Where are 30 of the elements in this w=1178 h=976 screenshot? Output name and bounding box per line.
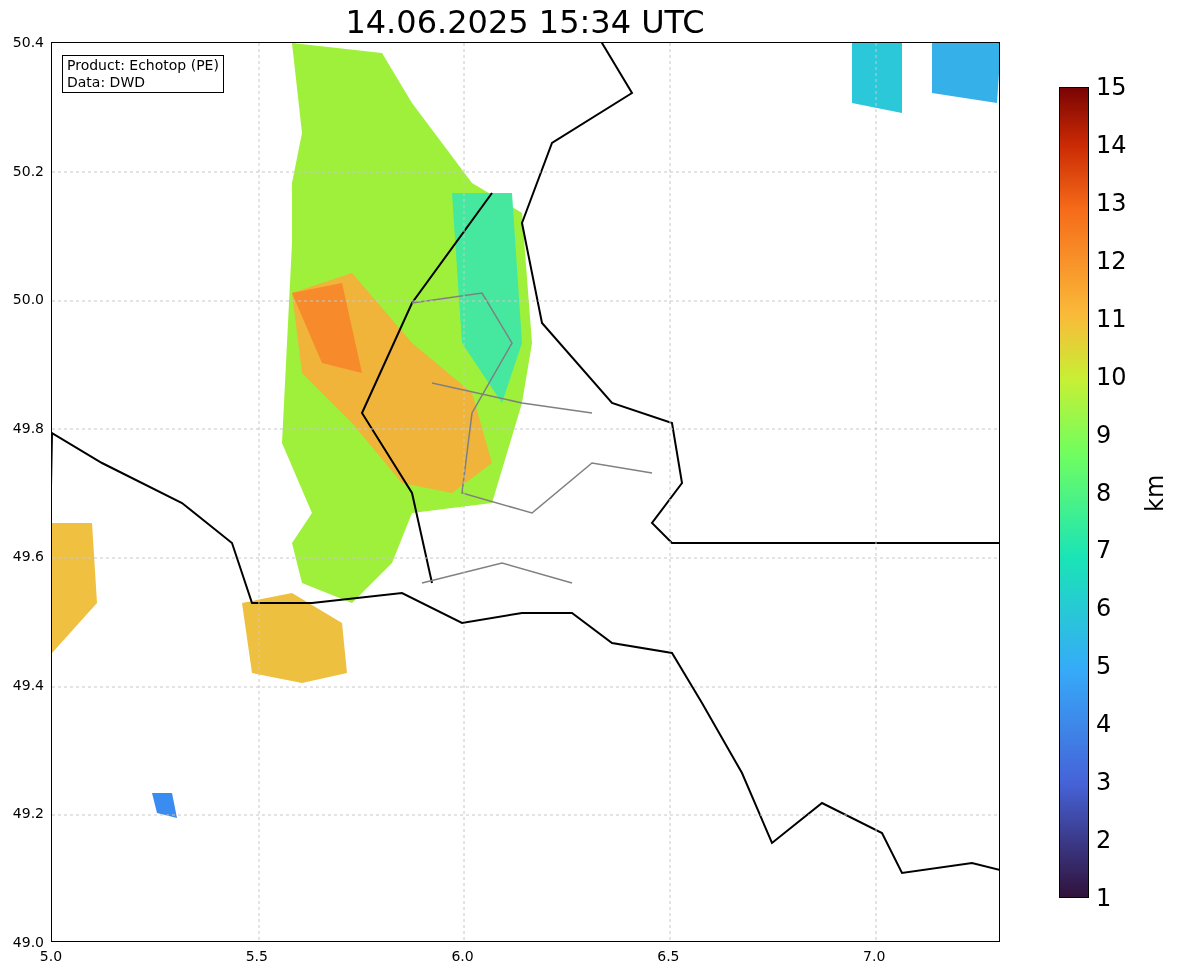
y-tick-label: 50.0 bbox=[11, 290, 44, 309]
colorbar-tick-label: 1 bbox=[1096, 884, 1112, 912]
colorbar-tick-label: 8 bbox=[1096, 478, 1112, 507]
colorbar-tick-label: 5 bbox=[1096, 652, 1112, 681]
colorbar-tick-label: 11 bbox=[1096, 304, 1127, 333]
y-tick-label: 49.2 bbox=[11, 804, 44, 823]
colorbar-tick-label: 15 bbox=[1096, 73, 1127, 101]
x-tick-label: 6.5 bbox=[656, 947, 681, 965]
y-tick-label: 50.4 bbox=[11, 33, 44, 51]
chart-title: 14.06.2025 15:34 UTC bbox=[344, 2, 706, 42]
colorbar-tick-label: 9 bbox=[1096, 420, 1112, 449]
colorbar-tick-label: 3 bbox=[1096, 768, 1112, 797]
x-tick-label: 5.5 bbox=[244, 947, 269, 965]
colorbar-tick-label: 4 bbox=[1096, 710, 1112, 739]
colorbar-tick-label: 2 bbox=[1096, 826, 1112, 855]
colorbar-tick-label: 14 bbox=[1096, 130, 1127, 159]
colorbar-tick-label: 7 bbox=[1096, 536, 1112, 565]
colorbar-tick-label: 10 bbox=[1096, 362, 1127, 391]
y-tick-label: 49.4 bbox=[11, 675, 44, 694]
info-text: Data: DWD bbox=[67, 74, 146, 91]
y-tick-label: 50.2 bbox=[11, 161, 44, 180]
colorbar-tick-label: 6 bbox=[1096, 594, 1112, 623]
colorbar-tick-label: 13 bbox=[1096, 188, 1127, 217]
y-tick-label: 49.8 bbox=[11, 418, 44, 437]
colorbar-tick-label: 12 bbox=[1096, 246, 1127, 275]
x-tick-label: 7.0 bbox=[862, 947, 887, 965]
colorbar-label: km bbox=[1140, 478, 1170, 512]
info-text: Product: Echotop (PE) bbox=[67, 57, 219, 74]
x-tick-label: 6.0 bbox=[450, 947, 475, 965]
y-tick-label: 49.6 bbox=[11, 547, 44, 566]
